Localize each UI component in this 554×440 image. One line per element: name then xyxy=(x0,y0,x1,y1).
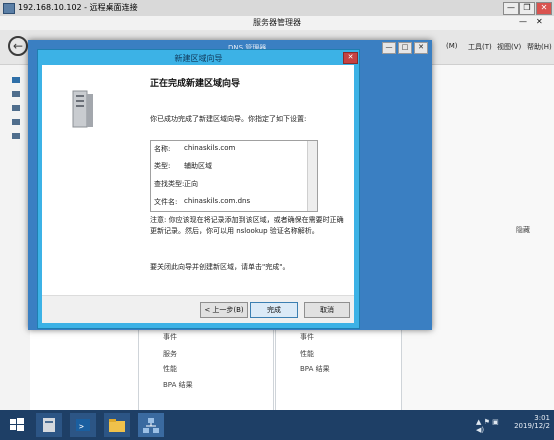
dns-role-icon[interactable] xyxy=(12,133,20,139)
server-manager-nav-pane xyxy=(0,65,31,410)
sm-minimize-button[interactable]: — xyxy=(519,17,527,26)
tile-item-performance[interactable]: 性能 xyxy=(300,349,314,359)
rdp-title-bar: 192.168.10.102 - 远程桌面连接 — ❐ ✕ xyxy=(0,0,554,17)
dashboard-icon[interactable] xyxy=(12,77,20,83)
summary-value-name: chinaskils.com xyxy=(184,144,236,152)
tile-item-events[interactable]: 事件 xyxy=(300,332,314,342)
wizard-heading: 正在完成新建区域向导 xyxy=(150,79,241,89)
summary-value-file: chinaskils.com.dns xyxy=(184,197,251,205)
rdp-restore-button[interactable]: ❐ xyxy=(519,2,535,15)
taskbar-powershell[interactable]: > xyxy=(70,413,96,437)
summary-value-type: 辅助区域 xyxy=(184,162,212,170)
settings-summary-box[interactable]: 名称: chinaskils.com 类型: 辅助区域 查找类型: 正向 文件名… xyxy=(150,140,318,212)
svg-text:>: > xyxy=(79,422,84,431)
start-button[interactable] xyxy=(4,413,30,437)
wizard-close-button[interactable]: ✕ xyxy=(343,52,358,64)
tile-item-services[interactable]: 服务 xyxy=(163,349,177,359)
wizard-button-bar: < 上一步(B) 完成 取消 xyxy=(42,295,354,323)
server-manager-titlebar: 服务器管理器 — ✕ xyxy=(0,16,554,30)
wizard-note: 注意: 你应该现在将记录添加到该区域，或者确保在需要时正确更新记录。然后，你可以… xyxy=(150,216,344,235)
menu-manage[interactable]: (M) xyxy=(446,42,458,50)
windows-logo-icon xyxy=(10,418,24,431)
finish-button[interactable]: 完成 xyxy=(250,302,298,318)
powershell-icon: > xyxy=(76,419,90,431)
dns-minimize-button[interactable]: — xyxy=(382,42,396,54)
menu-tools[interactable]: 工具(T) xyxy=(468,42,492,52)
folder-icon xyxy=(109,419,125,432)
network-icon xyxy=(143,418,159,433)
rdp-icon xyxy=(3,3,15,14)
server-manager-icon xyxy=(43,418,55,432)
all-servers-icon[interactable] xyxy=(12,105,20,111)
wizard-titlebar: 新建区域向导 xyxy=(37,49,360,65)
back-arrow-icon[interactable]: ← xyxy=(8,36,28,56)
menu-view[interactable]: 视图(V) xyxy=(497,42,521,52)
rdp-title: 192.168.10.102 - 远程桌面连接 xyxy=(18,3,138,12)
sm-close-button[interactable]: ✕ xyxy=(536,17,543,26)
wizard-title: 新建区域向导 xyxy=(174,54,223,63)
summary-value-lookup: 正向 xyxy=(184,180,198,188)
summary-scrollbar[interactable] xyxy=(307,141,317,211)
summary-label-file: 文件名: xyxy=(154,198,178,206)
system-tray-icons[interactable]: ▲ ⚑ ▣ ◀) xyxy=(476,418,506,434)
server-tower-icon xyxy=(72,90,93,128)
tile-item-bpa[interactable]: BPA 结果 xyxy=(300,364,330,374)
back-button[interactable]: < 上一步(B) xyxy=(200,302,248,318)
rdp-minimize-button[interactable]: — xyxy=(503,2,519,15)
tile-item-events[interactable]: 事件 xyxy=(163,332,177,342)
wizard-side-panel xyxy=(42,65,138,322)
summary-label-name: 名称: xyxy=(154,145,171,153)
summary-label-lookup: 查找类型: xyxy=(154,180,185,188)
taskbar-server-manager[interactable] xyxy=(36,413,62,437)
taskbar-dns-manager[interactable] xyxy=(138,413,164,437)
rdp-close-button[interactable]: ✕ xyxy=(536,2,552,15)
wizard-close-hint: 要关闭此向导并创建新区域，请单击"完成"。 xyxy=(150,263,290,271)
dns-close-button[interactable]: ✕ xyxy=(414,42,428,54)
server-manager-title: 服务器管理器 xyxy=(253,18,301,27)
clock-date: 2019/12/2 xyxy=(514,422,550,430)
local-server-icon[interactable] xyxy=(12,91,20,97)
cancel-button[interactable]: 取消 xyxy=(304,302,350,318)
taskbar-explorer[interactable] xyxy=(104,413,130,437)
wizard-intro: 你已成功完成了新建区域向导。你指定了如下设置: xyxy=(150,115,307,123)
clock-time: 3:01 xyxy=(534,414,550,422)
dns-maximize-button[interactable]: □ xyxy=(398,42,412,54)
hide-link[interactable]: 隐藏 xyxy=(516,225,530,235)
file-services-icon[interactable] xyxy=(12,119,20,125)
taskbar-clock[interactable]: 3:01 2019/12/2 xyxy=(510,414,550,430)
tile-item-bpa[interactable]: BPA 结果 xyxy=(163,380,193,390)
summary-label-type: 类型: xyxy=(154,162,171,170)
menu-help[interactable]: 帮助(H) xyxy=(527,42,552,52)
role-tile-right: 事件 性能 BPA 结果 xyxy=(275,328,402,412)
role-tile-left: 事件 服务 性能 BPA 结果 xyxy=(138,328,274,412)
tile-item-performance[interactable]: 性能 xyxy=(163,364,177,374)
